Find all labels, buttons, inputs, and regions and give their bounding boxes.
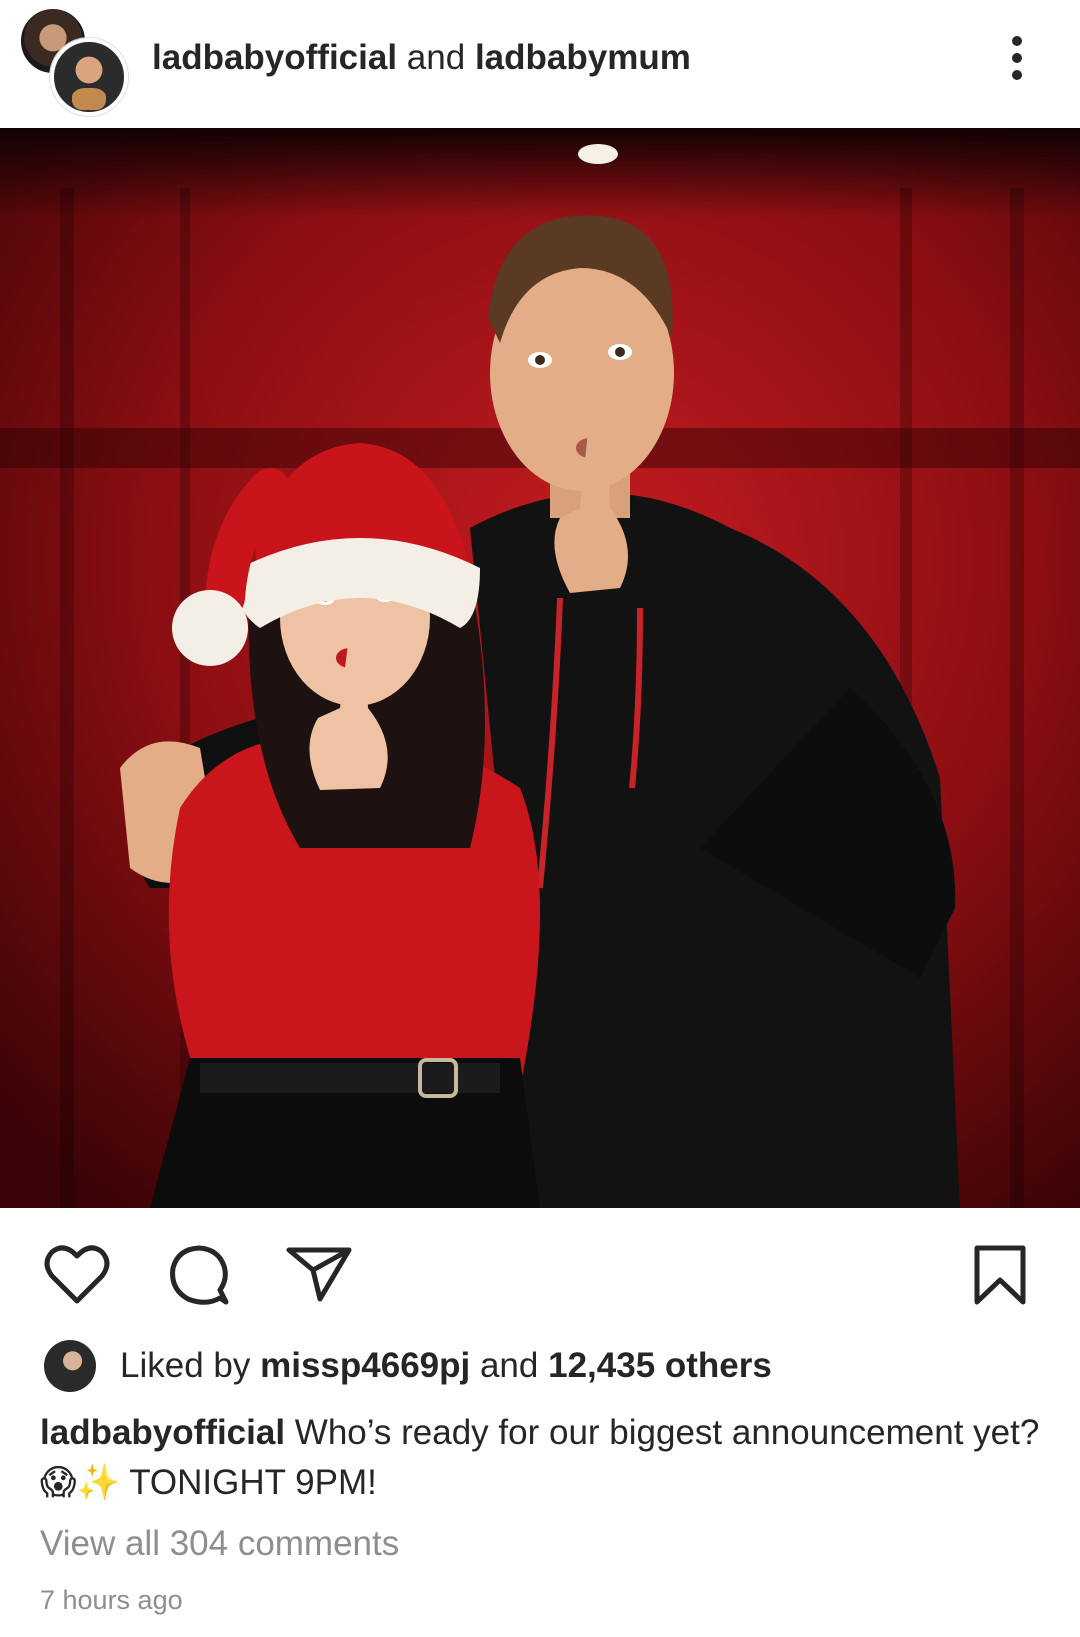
caption-username[interactable]: ladbabyofficial bbox=[40, 1413, 285, 1452]
collab-username[interactable]: ladbabymum bbox=[475, 38, 691, 77]
heart-icon[interactable] bbox=[44, 1243, 110, 1305]
post-header: ladbabyofficial and ladbabymum bbox=[0, 0, 1080, 128]
caption-text-2: TONIGHT 9PM! bbox=[129, 1463, 377, 1502]
author-username[interactable]: ladbabyofficial bbox=[152, 38, 397, 77]
likes-prefix: Liked by bbox=[120, 1346, 251, 1385]
liker-username[interactable]: missp4669pj bbox=[260, 1346, 470, 1385]
action-bar bbox=[0, 1208, 1080, 1308]
send-icon[interactable] bbox=[286, 1246, 352, 1302]
post-image[interactable] bbox=[0, 128, 1080, 1208]
sparkles-emoji: ✨ bbox=[76, 1463, 121, 1502]
more-options-icon[interactable] bbox=[1002, 34, 1032, 82]
post-caption: ladbabyofficial Who’s ready for our bigg… bbox=[40, 1408, 1040, 1508]
likes-middle: and bbox=[479, 1346, 539, 1385]
likes-summary[interactable]: Liked by missp4669pj and 12,435 others bbox=[40, 1340, 1040, 1392]
author-conjunction: and bbox=[406, 38, 466, 77]
collab-avatars[interactable] bbox=[18, 6, 128, 116]
likes-text: Liked by missp4669pj and 12,435 others bbox=[120, 1346, 772, 1386]
post-authors: ladbabyofficial and ladbabymum bbox=[152, 38, 691, 78]
scream-emoji: 😱 bbox=[40, 1463, 77, 1502]
view-comments-link[interactable]: View all 304 comments bbox=[40, 1524, 399, 1564]
photo-illustration bbox=[0, 128, 1080, 1208]
comment-icon[interactable] bbox=[168, 1244, 230, 1306]
avatar[interactable] bbox=[50, 38, 128, 116]
post-timestamp: 7 hours ago bbox=[40, 1585, 183, 1615]
bookmark-icon[interactable] bbox=[972, 1244, 1028, 1306]
avatar[interactable] bbox=[44, 1340, 96, 1392]
likes-count[interactable]: 12,435 others bbox=[548, 1346, 772, 1385]
caption-text: Who’s ready for our biggest announcement… bbox=[294, 1413, 1040, 1452]
